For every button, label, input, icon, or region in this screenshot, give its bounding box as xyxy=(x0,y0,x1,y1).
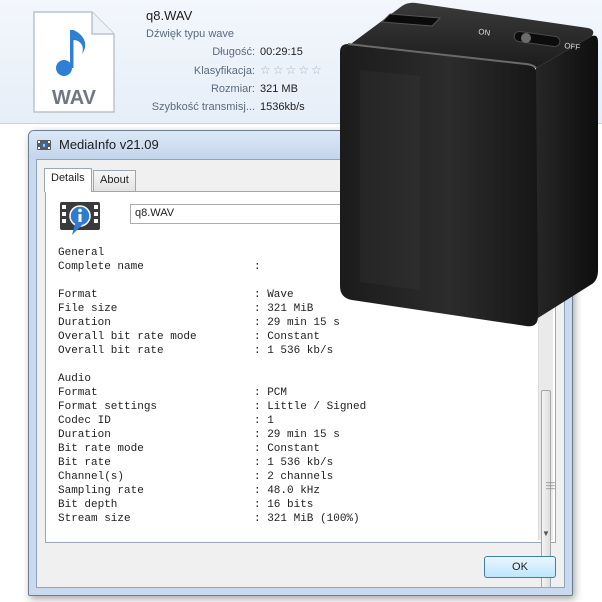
report-key: Format xyxy=(58,289,98,301)
report-value: : Constant xyxy=(254,443,321,455)
report-key: Channel(s) xyxy=(58,471,125,483)
tab-about[interactable]: About xyxy=(93,170,136,191)
report-key: Format settings xyxy=(58,401,158,413)
report-value: : 321 MiB (100%) xyxy=(254,513,360,525)
report-line: Format settings : Little / Signed xyxy=(58,400,528,414)
report-value: : 1 536 kb/s xyxy=(254,457,334,469)
wav-file-icon: WAV xyxy=(33,11,115,113)
rating-stars[interactable]: ☆☆☆☆☆ xyxy=(260,63,324,77)
report-key: File size xyxy=(58,303,118,315)
report-key: Format xyxy=(58,387,98,399)
report-line: Overall bit rate mode : Constant xyxy=(58,330,528,344)
file-name: q8.WAV xyxy=(146,8,193,23)
property-value: 1536kb/s xyxy=(260,101,305,113)
report-line: Channel(s) : 2 channels xyxy=(58,470,528,484)
report-value: : xyxy=(254,261,261,273)
property-value: 00:29:15 xyxy=(260,46,303,58)
report-line: Bit rate : 1 536 kb/s xyxy=(58,456,528,470)
report-key: Overall bit rate xyxy=(58,345,164,357)
property-value: 321 MB xyxy=(260,83,298,95)
property-label: Klasyfikacja: xyxy=(193,65,255,77)
mediainfo-app-icon xyxy=(37,140,51,150)
report-line: Format : PCM xyxy=(58,386,528,400)
report-line: Overall bit rate : 1 536 kb/s xyxy=(58,344,528,358)
report-value: : 29 min 15 s xyxy=(254,317,340,329)
report-key: Duration xyxy=(58,317,111,329)
report-value: : Constant xyxy=(254,331,321,343)
file-type: Dźwięk typu wave xyxy=(146,28,235,40)
report-key: Duration xyxy=(58,429,111,441)
window-title: MediaInfo v21.09 xyxy=(59,137,159,152)
property-label: Rozmiar: xyxy=(210,83,255,95)
report-key: Complete name xyxy=(58,261,144,273)
switch-on-label: ON xyxy=(478,27,491,38)
report-value: : 29 min 15 s xyxy=(254,429,340,441)
property-label: Szybkość transmisj... xyxy=(151,101,255,113)
scroll-down-arrow-icon[interactable]: ▼ xyxy=(542,529,550,538)
ok-button[interactable]: OK xyxy=(484,556,556,578)
report-key: Audio xyxy=(58,373,92,385)
report-value: : 2 channels xyxy=(254,471,334,483)
report-value: : 1 xyxy=(254,415,274,427)
report-key: Bit depth xyxy=(58,499,118,511)
report-value: : 48.0 kHz xyxy=(254,485,321,497)
report-line: Bit depth : 16 bits xyxy=(58,498,528,512)
report-line: Stream size : 321 MiB (100%) xyxy=(58,512,528,526)
report-line: Codec ID : 1 xyxy=(58,414,528,428)
report-key: Overall bit rate mode xyxy=(58,331,197,343)
scrollbar-grip-icon: — — — xyxy=(546,477,555,493)
mediainfo-logo-icon xyxy=(60,202,100,235)
report-value: : 16 bits xyxy=(254,499,314,511)
report-value: : Wave xyxy=(254,289,294,301)
report-value: : Little / Signed xyxy=(254,401,367,413)
report-line xyxy=(58,358,528,372)
report-value: : 1 536 kb/s xyxy=(254,345,334,357)
report-line: Duration : 29 min 15 s xyxy=(58,428,528,442)
report-key: Sampling rate xyxy=(58,485,144,497)
report-value: : PCM xyxy=(254,387,288,399)
voice-recorder-device-photo: ON OFF xyxy=(340,2,598,327)
report-key: General xyxy=(58,247,105,259)
property-label: Długość: xyxy=(212,46,255,58)
report-line: Audio xyxy=(58,372,528,386)
wav-icon-label: WAV xyxy=(52,87,97,109)
report-key: Bit rate xyxy=(58,457,111,469)
report-line: Sampling rate : 48.0 kHz xyxy=(58,484,528,498)
report-key: Stream size xyxy=(58,513,131,525)
report-line: Bit rate mode : Constant xyxy=(58,442,528,456)
report-value: : 321 MiB xyxy=(254,303,314,315)
tab-details[interactable]: Details xyxy=(44,168,92,192)
report-key: Bit rate mode xyxy=(58,443,144,455)
report-key: Codec ID xyxy=(58,415,111,427)
